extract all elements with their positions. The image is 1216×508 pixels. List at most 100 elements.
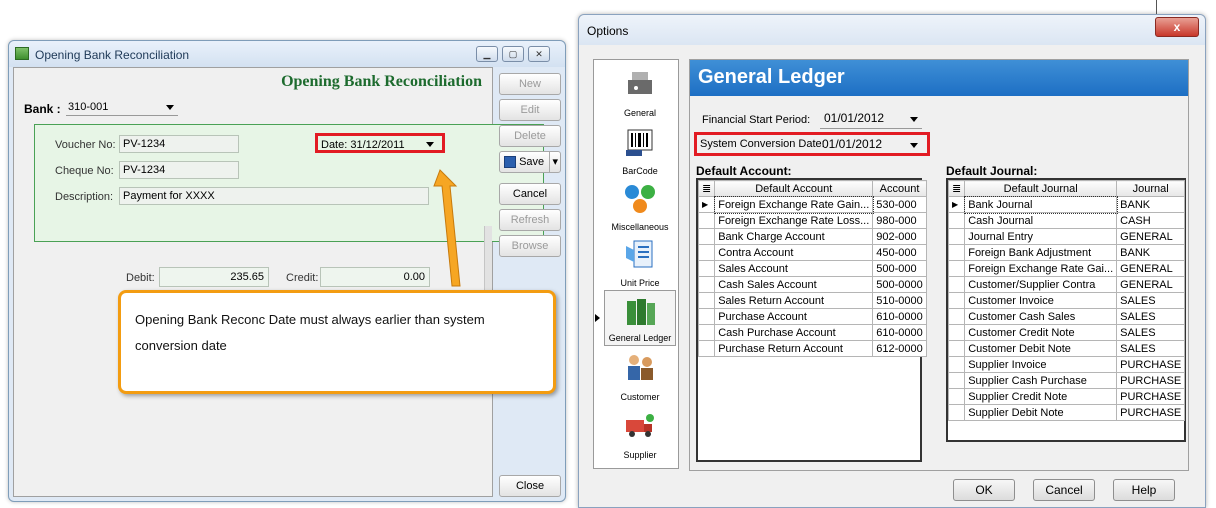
bank-select[interactable]: 310-001 — [66, 98, 178, 116]
cancel-button[interactable]: Cancel — [499, 183, 561, 205]
table-cell[interactable]: Cash Sales Account — [714, 276, 874, 293]
table-cell[interactable]: 450-000 — [872, 244, 927, 261]
table-row[interactable]: Purchase Return Account 612-0000 — [697, 340, 927, 357]
table-cell[interactable]: GENERAL — [1116, 260, 1186, 277]
nav-item-miscellaneous[interactable]: Miscellaneous — [604, 178, 676, 234]
table-cell[interactable]: 612-0000 — [872, 340, 927, 357]
table-cell[interactable]: Foreign Exchange Rate Gain... — [713, 195, 874, 214]
table-cell[interactable]: Sales Account — [714, 260, 874, 277]
table-row[interactable]: Customer Cash Sales SALES — [947, 308, 1186, 325]
table-cell[interactable]: 510-0000 — [872, 292, 927, 309]
table-cell[interactable]: Supplier Invoice — [964, 356, 1118, 373]
table-cell[interactable]: 500-0000 — [872, 276, 927, 293]
table-cell[interactable]: SALES — [1116, 292, 1186, 309]
table-row[interactable]: Supplier Cash Purchase PURCHASE — [947, 372, 1186, 389]
table-cell[interactable]: 980-000 — [872, 212, 927, 229]
refresh-button[interactable]: Refresh — [499, 209, 561, 231]
table-row[interactable]: Supplier Invoice PURCHASE — [947, 356, 1186, 373]
table-row[interactable]: Supplier Debit Note PURCHASE — [947, 404, 1186, 421]
nav-item-supplier[interactable]: Supplier — [604, 406, 676, 462]
table-row[interactable]: Cash Journal CASH — [947, 212, 1186, 229]
table-row[interactable]: Supplier Credit Note PURCHASE — [947, 388, 1186, 405]
table-cell[interactable]: Foreign Bank Adjustment — [964, 244, 1118, 261]
table-row[interactable]: Customer Debit Note SALES — [947, 340, 1186, 357]
column-header[interactable]: Journal — [1116, 180, 1186, 197]
table-cell[interactable]: Purchase Account — [714, 308, 874, 325]
table-cell[interactable]: GENERAL — [1116, 276, 1186, 293]
table-row[interactable]: Customer/Supplier Contra GENERAL — [947, 276, 1186, 293]
debit-input[interactable]: 235.65 — [159, 267, 269, 287]
table-cell[interactable]: 610-0000 — [872, 308, 927, 325]
table-cell[interactable]: BANK — [1116, 244, 1186, 261]
table-row[interactable]: Cash Sales Account 500-0000 — [697, 276, 927, 293]
column-header[interactable]: Default Account — [714, 180, 874, 197]
table-cell[interactable]: Customer Debit Note — [964, 340, 1118, 357]
description-input[interactable]: Payment for XXXX — [119, 187, 429, 205]
table-cell[interactable]: Customer Credit Note — [964, 324, 1118, 341]
table-cell[interactable]: Sales Return Account — [714, 292, 874, 309]
table-cell[interactable]: 530-000 — [872, 196, 927, 213]
close-icon[interactable]: x — [1155, 17, 1199, 37]
save-button[interactable]: Save ▾ — [499, 151, 561, 173]
table-row[interactable]: Sales Return Account 510-0000 — [697, 292, 927, 309]
dialog-titlebar[interactable]: Options x — [579, 15, 1205, 45]
cancel-button[interactable]: Cancel — [1033, 479, 1095, 501]
table-cell[interactable]: PURCHASE — [1116, 404, 1186, 421]
edit-button[interactable]: Edit — [499, 99, 561, 121]
new-button[interactable]: New — [499, 73, 561, 95]
close-button[interactable]: Close — [499, 475, 561, 497]
table-row[interactable]: Customer Invoice SALES — [947, 292, 1186, 309]
table-cell[interactable]: Supplier Cash Purchase — [964, 372, 1118, 389]
table-row[interactable]: Bank Charge Account 902-000 — [697, 228, 927, 245]
table-cell[interactable]: PURCHASE — [1116, 372, 1186, 389]
conversion-date-select[interactable]: 01/01/2012 — [820, 136, 922, 154]
table-cell[interactable]: Foreign Exchange Rate Gai... — [964, 260, 1118, 277]
table-cell[interactable]: SALES — [1116, 324, 1186, 341]
nav-item-barcode[interactable]: BarCode — [604, 122, 676, 178]
table-cell[interactable]: 500-000 — [872, 260, 927, 277]
table-cell[interactable]: Bank Charge Account — [714, 228, 874, 245]
table-row[interactable]: Journal Entry GENERAL — [947, 228, 1186, 245]
table-row[interactable]: Foreign Bank Adjustment BANK — [947, 244, 1186, 261]
table-row[interactable]: Contra Account 450-000 — [697, 244, 927, 261]
table-row[interactable]: ▶ Foreign Exchange Rate Gain... 530-000 — [697, 195, 927, 214]
table-cell[interactable]: SALES — [1116, 340, 1186, 357]
table-cell[interactable]: PURCHASE — [1116, 356, 1186, 373]
column-header[interactable]: Default Journal — [964, 180, 1118, 197]
table-cell[interactable]: Purchase Return Account — [714, 340, 874, 357]
table-cell[interactable]: BANK — [1116, 196, 1186, 213]
maximize-icon[interactable]: ▢ — [502, 46, 524, 62]
table-cell[interactable]: Supplier Credit Note — [964, 388, 1118, 405]
table-row[interactable]: Cash Purchase Account 610-0000 — [697, 324, 927, 341]
table-cell[interactable]: Cash Purchase Account — [714, 324, 874, 341]
window-titlebar[interactable]: Opening Bank Reconciliation ▁ ▢ ✕ — [9, 41, 565, 67]
table-cell[interactable]: Supplier Debit Note — [964, 404, 1118, 421]
table-cell[interactable]: GENERAL — [1116, 228, 1186, 245]
close-icon[interactable]: ✕ — [528, 46, 550, 62]
table-cell[interactable]: Customer/Supplier Contra — [964, 276, 1118, 293]
date-field[interactable]: Date: 31/12/2011 — [315, 133, 445, 153]
table-cell[interactable]: Customer Invoice — [964, 292, 1118, 309]
table-row[interactable]: Foreign Exchange Rate Gai... GENERAL — [947, 260, 1186, 277]
table-row[interactable]: Purchase Account 610-0000 — [697, 308, 927, 325]
voucher-input[interactable]: PV-1234 — [119, 135, 239, 153]
table-cell[interactable]: Bank Journal — [963, 195, 1118, 214]
nav-item-general[interactable]: General — [604, 64, 676, 120]
table-row[interactable]: Foreign Exchange Rate Loss... 980-000 — [697, 212, 927, 229]
table-cell[interactable]: 902-000 — [872, 228, 927, 245]
table-row[interactable]: Sales Account 500-000 — [697, 260, 927, 277]
table-cell[interactable]: PURCHASE — [1116, 388, 1186, 405]
nav-item-customer[interactable]: Customer — [604, 348, 676, 404]
table-cell[interactable]: Customer Cash Sales — [964, 308, 1118, 325]
table-cell[interactable]: Cash Journal — [964, 212, 1118, 229]
table-cell[interactable]: 610-0000 — [872, 324, 927, 341]
help-button[interactable]: Help — [1113, 479, 1175, 501]
table-cell[interactable]: SALES — [1116, 308, 1186, 325]
nav-item-unit-price[interactable]: Unit Price — [604, 234, 676, 290]
nav-item-general-ledger[interactable]: General Ledger — [604, 290, 676, 346]
table-cell[interactable]: CASH — [1116, 212, 1186, 229]
delete-button[interactable]: Delete — [499, 125, 561, 147]
table-cell[interactable]: Foreign Exchange Rate Loss... — [714, 212, 874, 229]
credit-input[interactable]: 0.00 — [320, 267, 430, 287]
table-row[interactable]: ▶ Bank Journal BANK — [947, 195, 1186, 214]
